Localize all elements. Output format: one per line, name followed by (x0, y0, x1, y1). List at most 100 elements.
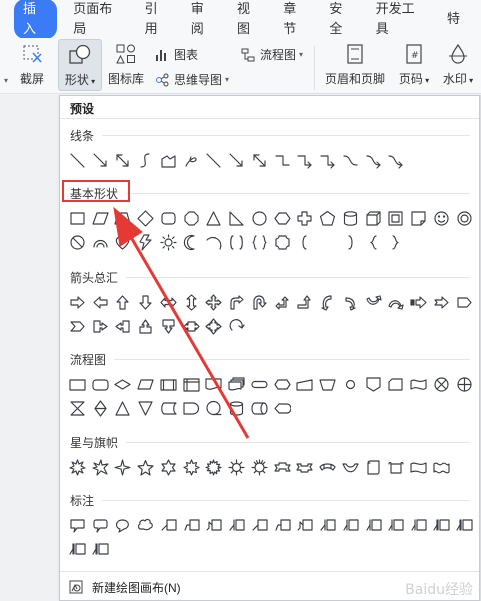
shape-f-extract-icon[interactable] (112, 396, 135, 420)
shape-a-quad-callout-icon[interactable] (203, 314, 226, 338)
shape-line-icon[interactable] (203, 148, 226, 172)
shape-star8-icon[interactable] (180, 455, 203, 479)
shape-a-chevron-icon[interactable] (66, 314, 89, 338)
icon-library-button[interactable]: 图标库 (106, 42, 146, 87)
shape-c-cloud-icon[interactable] (134, 513, 157, 537)
shape-star16-icon[interactable] (225, 455, 248, 479)
shape-donut-icon[interactable] (453, 206, 476, 230)
shape-f-sort-icon[interactable] (89, 396, 112, 420)
shape-a-u-d-icon[interactable] (180, 290, 203, 314)
shape-f-document-icon[interactable] (203, 372, 226, 396)
shape-moon-icon[interactable] (180, 230, 203, 254)
shape-parallelogram-icon[interactable] (89, 206, 112, 230)
shape-f-stored-data-icon[interactable] (157, 396, 180, 420)
tab-section[interactable]: 章节 (283, 0, 308, 39)
shape-heart-icon[interactable] (112, 230, 135, 254)
shape-f-or-icon[interactable] (453, 372, 476, 396)
shape-line-icon[interactable] (66, 148, 89, 172)
shape-f-summing-icon[interactable] (430, 372, 453, 396)
shape-a-down-icon[interactable] (134, 290, 157, 314)
shapes-button[interactable]: 形状 ▾ (58, 39, 102, 91)
shape-f-display-icon[interactable] (271, 396, 294, 420)
shape-r-brace-icon[interactable] (385, 230, 408, 254)
shape-elbow-arrow-icon[interactable] (316, 148, 339, 172)
watermark-button[interactable]: 水印 ▾ (438, 42, 478, 87)
shape-curved-ribbon-up-icon[interactable] (316, 455, 339, 479)
shape-rect-icon[interactable] (66, 206, 89, 230)
shape-f-merge-icon[interactable] (134, 396, 157, 420)
shape-f-alt-process-icon[interactable] (89, 372, 112, 396)
shape-r-bracket-icon[interactable] (339, 230, 362, 254)
shape-c-line3-icon[interactable] (203, 513, 226, 537)
shape-f-offpage-icon[interactable] (362, 372, 385, 396)
shape-star24-icon[interactable] (248, 455, 271, 479)
shape-c-bar-line-icon[interactable] (316, 513, 339, 537)
new-canvas-button[interactable]: 新建绘图画布(N) (68, 577, 181, 597)
shape-a-right-icon[interactable] (66, 290, 89, 314)
shape-smiley-icon[interactable] (430, 206, 453, 230)
shape-scroll-h-icon[interactable] (385, 455, 408, 479)
shape-a-curved-r-icon[interactable] (316, 290, 339, 314)
shape-cross-icon[interactable] (294, 206, 317, 230)
shape-f-manual-input-icon[interactable] (294, 372, 317, 396)
shape-c-line2-icon[interactable] (180, 513, 203, 537)
shape-circle-icon[interactable] (248, 206, 271, 230)
shape-double-wave-icon[interactable] (430, 455, 453, 479)
shape-arrow-line-icon[interactable] (225, 148, 248, 172)
shape-l-bracket-icon[interactable] (294, 230, 317, 254)
shape-a-pentagon-icon[interactable] (453, 290, 476, 314)
shape-a-up-callout-icon[interactable] (134, 314, 157, 338)
shape-bevel-icon[interactable] (385, 206, 408, 230)
shape-elbow-icon[interactable] (271, 148, 294, 172)
shape-elbow-arrow-icon[interactable] (294, 148, 317, 172)
mindmap-button[interactable]: 思维导图 ▾ (154, 71, 229, 88)
shape-round-rect-icon[interactable] (157, 206, 180, 230)
shape-pentagon-icon[interactable] (316, 206, 339, 230)
shape-c-accent-icon[interactable] (453, 513, 476, 537)
shape-diamond-icon[interactable] (134, 206, 157, 230)
shape-scribble-icon[interactable] (180, 148, 203, 172)
shape-arrow-line-icon[interactable] (89, 148, 112, 172)
tab-insert[interactable]: 插入 (14, 0, 58, 39)
shape-c-bordered-icon[interactable] (339, 513, 362, 537)
shape-a-striped-icon[interactable] (407, 290, 430, 314)
tab-page-layout[interactable]: 页面布局 (73, 0, 123, 39)
shape-c-line3-icon[interactable] (294, 513, 317, 537)
shape-dbl-arrow-line-icon[interactable] (248, 148, 271, 172)
shape-f-punched-tape-icon[interactable] (407, 372, 430, 396)
shape-f-preparation-icon[interactable] (271, 372, 294, 396)
shape-a-left-callout-icon[interactable] (112, 314, 135, 338)
screenshot-button[interactable]: 截屏 (14, 42, 50, 87)
shape-a-right-callout-icon[interactable] (89, 314, 112, 338)
shape-folded-corner-icon[interactable] (407, 206, 430, 230)
shape-scroll-v-icon[interactable] (362, 455, 385, 479)
shape-a-quad-icon[interactable] (203, 290, 226, 314)
shape-l-brace-icon[interactable] (362, 230, 385, 254)
tab-special[interactable]: 特 (447, 9, 460, 29)
flowchart-button[interactable]: 流程图 ▾ (240, 46, 303, 63)
shape-f-seq-access-icon[interactable] (203, 396, 226, 420)
shape-a-circular-icon[interactable] (225, 314, 248, 338)
shape-freeform-icon[interactable] (157, 148, 180, 172)
shape-block-arc-icon[interactable] (89, 230, 112, 254)
tab-security[interactable]: 安全 (329, 0, 354, 39)
shape-c-rect-icon[interactable] (66, 513, 89, 537)
shape-hexagon-icon[interactable] (271, 206, 294, 230)
shape-f-decision-icon[interactable] (112, 372, 135, 396)
tab-view[interactable]: 视图 (237, 0, 262, 39)
shape-star6-icon[interactable] (157, 455, 180, 479)
shape-f-predefined-icon[interactable] (157, 372, 180, 396)
shape-f-mag-disk-icon[interactable] (225, 396, 248, 420)
shape-a-curved-l-icon[interactable] (339, 290, 362, 314)
shape-c-round-rect-icon[interactable] (89, 513, 112, 537)
shape-trapezoid-icon[interactable] (112, 206, 135, 230)
shape-c-line2-icon[interactable] (271, 513, 294, 537)
shape-right-tri-icon[interactable] (225, 206, 248, 230)
shape-c-oval-icon[interactable] (112, 513, 135, 537)
tab-review[interactable]: 审阅 (191, 0, 216, 39)
shape-c-accent-icon[interactable] (430, 513, 453, 537)
shape-lightning-icon[interactable] (134, 230, 157, 254)
shape-c-bar-line-icon[interactable] (225, 513, 248, 537)
shape-dbl-brace-icon[interactable] (248, 230, 271, 254)
shape-a-l-r-callout-icon[interactable] (180, 314, 203, 338)
